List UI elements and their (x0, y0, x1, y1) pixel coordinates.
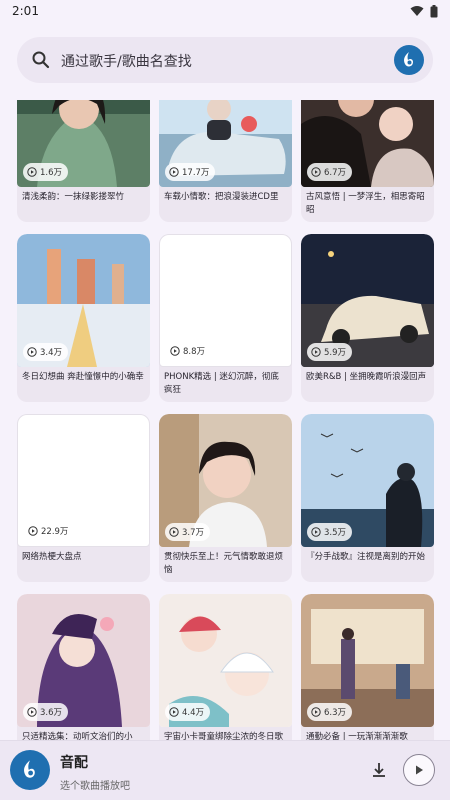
play-count: 17.7万 (182, 168, 210, 178)
play-count: 6.7万 (324, 168, 347, 178)
playlist-card[interactable]: 3.4万 冬日幻想曲 奔赴憧憬中的小确幸 (17, 234, 150, 402)
playlist-cover: 3.7万 (159, 414, 292, 547)
play-count-badge: 6.7万 (307, 163, 353, 181)
play-count: 3.4万 (40, 348, 63, 358)
play-button[interactable] (403, 754, 435, 786)
playlist-title: 宇宙小卡哥童绑除尘浓的冬日歌 (164, 732, 284, 740)
status-bar: 2:01 (0, 0, 450, 22)
play-count-badge: 17.7万 (165, 163, 216, 181)
player-cover-icon[interactable] (10, 750, 50, 790)
playlist-title: 车载小情歌：把浪漫装进CD里 (164, 192, 279, 202)
playlist-cover: 17.7万 (159, 100, 292, 187)
play-circle-icon (27, 707, 37, 717)
play-icon (416, 765, 423, 775)
play-count-badge: 8.8万 (166, 342, 212, 360)
play-circle-icon (169, 707, 179, 717)
play-count: 1.6万 (40, 168, 63, 178)
search-icon (32, 51, 50, 69)
play-circle-icon (311, 347, 321, 357)
play-count: 5.9万 (324, 348, 347, 358)
playlist-cover: 3.5万 (301, 414, 434, 547)
playlist-cover: 6.3万 (301, 594, 434, 727)
search-input[interactable]: 通过歌手/歌曲名查找 (61, 51, 192, 71)
play-count-badge: 3.4万 (23, 343, 69, 361)
playlist-cover: 1.6万 (17, 100, 150, 187)
play-circle-icon (311, 167, 321, 177)
playlist-card[interactable]: 8.8万 PHONK精选 | 迷幻沉醉，彻底疯狂 (159, 234, 292, 402)
play-count: 6.3万 (324, 708, 347, 718)
playlist-grid[interactable]: 1.6万 清浅柔韵：一抹绿影搂翠竹 17.7万 车载小情歌：把浪漫装进CD里 6… (0, 100, 450, 740)
playlist-card[interactable]: 3.6万 只适精选集：动听文治们的小众… (17, 594, 150, 740)
playlist-card[interactable]: 3.7万 贯彻快乐至上！元气情歌敢退烦恼 (159, 414, 292, 582)
play-count: 3.7万 (182, 528, 205, 538)
play-count: 8.8万 (183, 347, 206, 357)
play-count: 3.6万 (40, 708, 63, 718)
play-circle-icon (169, 527, 179, 537)
play-circle-icon (27, 347, 37, 357)
play-count-badge: 3.6万 (23, 703, 69, 721)
play-circle-icon (170, 346, 180, 356)
play-circle-icon (169, 167, 179, 177)
playlist-card[interactable]: 22.9万 网络热梗大盘点 (17, 414, 150, 582)
playlist-cover: 5.9万 (301, 234, 434, 367)
play-count: 22.9万 (41, 527, 69, 537)
playlist-card[interactable]: 3.5万 『分手战歌』注视是离别的开始 (301, 414, 434, 582)
playlist-card[interactable]: 1.6万 清浅柔韵：一抹绿影搂翠竹 (17, 100, 150, 222)
download-icon[interactable] (370, 761, 388, 779)
playlist-cover: 3.4万 (17, 234, 150, 367)
app-logo-icon[interactable] (394, 45, 424, 75)
play-circle-icon (27, 167, 37, 177)
playlist-title: 只适精选集：动听文治们的小众… (22, 732, 133, 740)
playlist-cover: 8.8万 (159, 234, 292, 367)
playlist-title: 通勤必备 | 一玩渐渐渐渐歌 (306, 732, 408, 740)
play-circle-icon (28, 526, 38, 536)
playlist-cover: 3.6万 (17, 594, 150, 727)
mini-player[interactable]: 音配 选个歌曲播放吧 (0, 740, 450, 800)
playlist-title: 冬日幻想曲 奔赴憧憬中的小确幸 (22, 372, 144, 382)
status-icons (410, 4, 438, 18)
playlist-title: 『分手战歌』注视是离别的开始 (306, 552, 426, 562)
player-subtitle: 选个歌曲播放吧 (60, 781, 130, 792)
play-count: 3.5万 (324, 528, 347, 538)
playlist-card[interactable]: 6.3万 通勤必备 | 一玩渐渐渐渐歌 (301, 594, 434, 740)
playlist-title: 古风意悟 | 一梦浮生，相思寄昭昭 (306, 192, 425, 215)
play-count-badge: 3.5万 (307, 523, 353, 541)
wifi-icon (410, 6, 424, 16)
play-count-badge: 3.7万 (165, 523, 211, 541)
play-circle-icon (311, 707, 321, 717)
playlist-card[interactable]: 6.7万 古风意悟 | 一梦浮生，相思寄昭昭 (301, 100, 434, 222)
battery-icon (430, 4, 438, 17)
play-count-badge: 4.4万 (165, 703, 211, 721)
playlist-title: 清浅柔韵：一抹绿影搂翠竹 (22, 192, 125, 202)
playlist-card[interactable]: 17.7万 车载小情歌：把浪漫装进CD里 (159, 100, 292, 222)
player-title: 音配 (60, 755, 88, 771)
play-count-badge: 5.9万 (307, 343, 353, 361)
play-count-badge: 6.3万 (307, 703, 353, 721)
playlist-title: 贯彻快乐至上！元气情歌敢退烦恼 (164, 552, 284, 575)
playlist-cover: 4.4万 (159, 594, 292, 727)
playlist-card[interactable]: 4.4万 宇宙小卡哥童绑除尘浓的冬日歌 (159, 594, 292, 740)
search-bar[interactable]: 通过歌手/歌曲名查找 (17, 37, 433, 83)
play-circle-icon (311, 527, 321, 537)
playlist-cover: 22.9万 (17, 414, 150, 547)
playlist-title: 网络热梗大盘点 (22, 552, 82, 562)
playlist-title: 欧美R&B | 坐拥晚霞听浪漫回声 (306, 372, 427, 382)
status-time: 2:01 (12, 4, 39, 18)
playlist-cover: 6.7万 (301, 100, 434, 187)
playlist-card[interactable]: 5.9万 欧美R&B | 坐拥晚霞听浪漫回声 (301, 234, 434, 402)
play-count: 4.4万 (182, 708, 205, 718)
search-area: 通过歌手/歌曲名查找 (0, 22, 450, 100)
playlist-title: PHONK精选 | 迷幻沉醉，彻底疯狂 (164, 372, 279, 395)
play-count-badge: 1.6万 (23, 163, 69, 181)
play-count-badge: 22.9万 (24, 522, 75, 540)
